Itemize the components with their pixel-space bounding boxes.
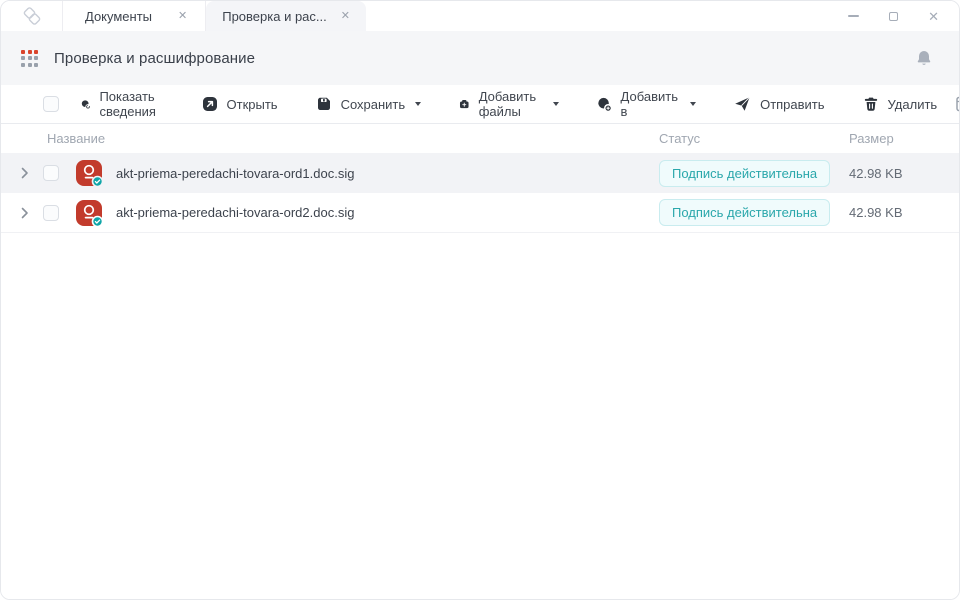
bell-icon	[915, 49, 933, 67]
seal-details-icon	[81, 96, 90, 113]
open-button[interactable]: Открыть	[183, 96, 297, 112]
signed-file-icon	[75, 159, 103, 187]
maximize-button[interactable]	[889, 12, 898, 21]
minimize-button[interactable]	[848, 15, 859, 17]
save-button[interactable]: Сохранить	[297, 96, 441, 112]
open-label: Открыть	[227, 97, 278, 112]
toolbar: Показать сведения Открыть Сохранить	[1, 85, 959, 123]
status-badge: Подпись действительна	[659, 199, 830, 226]
status-badge: Подпись действительна	[659, 160, 830, 187]
select-all-checkbox[interactable]	[43, 96, 59, 112]
send-button[interactable]: Отправить	[715, 96, 843, 112]
row-checkbox[interactable]	[43, 165, 59, 181]
tab-verify-decrypt-label: Проверка и рас...	[222, 9, 327, 24]
show-details-label: Показать сведения	[99, 89, 163, 119]
home-button[interactable]	[1, 1, 63, 31]
table-row[interactable]: akt-priema-peredachi-tovara-ord2.doc.sig…	[1, 193, 959, 233]
send-plane-icon	[734, 96, 751, 112]
page-title: Проверка и расшифрование	[54, 50, 255, 67]
tab-verify-decrypt[interactable]: Проверка и рас... ✕	[206, 1, 366, 31]
save-label: Сохранить	[341, 97, 406, 112]
expand-chevron-icon[interactable]	[21, 167, 35, 179]
apps-grid-icon[interactable]	[21, 50, 38, 67]
add-to-label: Добавить в	[621, 89, 681, 119]
toolbar-buttons: Показать сведения Открыть Сохранить	[62, 89, 956, 119]
empty-area	[1, 233, 959, 599]
app-window: Документы ✕ Проверка и рас... ✕ ✕ Провер…	[0, 0, 960, 600]
row-status-cell: Подпись действительна	[659, 199, 849, 226]
tab-documents-close-icon[interactable]: ✕	[178, 11, 187, 22]
row-status-cell: Подпись действительна	[659, 160, 849, 187]
row-name-cell: akt-priema-peredachi-tovara-ord1.doc.sig	[1, 159, 659, 187]
row-name-cell: akt-priema-peredachi-tovara-ord2.doc.sig	[1, 199, 659, 227]
app-logo-icon	[19, 4, 45, 28]
expand-chevron-icon[interactable]	[21, 207, 35, 219]
add-to-dropdown-caret-icon[interactable]	[690, 102, 696, 106]
column-header-name[interactable]: Название	[1, 131, 659, 146]
add-files-dropdown-caret-icon[interactable]	[553, 102, 559, 106]
add-files-icon	[459, 96, 470, 112]
delete-label: Удалить	[888, 97, 938, 112]
file-name: akt-priema-peredachi-tovara-ord1.doc.sig	[116, 166, 354, 181]
trash-icon	[863, 96, 879, 112]
tab-bar: Документы ✕ Проверка и рас... ✕ ✕	[1, 1, 959, 31]
tab-documents-label: Документы	[85, 9, 152, 24]
save-dropdown-caret-icon[interactable]	[415, 102, 421, 106]
save-icon	[316, 96, 332, 112]
row-size-cell: 42.98 KB	[849, 205, 959, 220]
table-columns-icon	[956, 96, 960, 112]
row-size-cell: 42.98 KB	[849, 166, 959, 181]
file-name: akt-priema-peredachi-tovara-ord2.doc.sig	[116, 205, 354, 220]
show-details-button[interactable]: Показать сведения	[62, 89, 183, 119]
window-controls: ✕	[366, 1, 959, 31]
table-row[interactable]: akt-priema-peredachi-tovara-ord1.doc.sig…	[1, 153, 959, 193]
delete-button[interactable]: Удалить	[844, 96, 957, 112]
column-header-status[interactable]: Статус	[659, 131, 849, 146]
page-header: Проверка и расшифрование	[1, 31, 959, 85]
row-checkbox[interactable]	[43, 205, 59, 221]
send-label: Отправить	[760, 97, 824, 112]
add-files-label: Добавить файлы	[479, 89, 543, 119]
signed-file-icon	[75, 199, 103, 227]
tab-documents[interactable]: Документы ✕	[63, 1, 206, 31]
column-settings-button[interactable]	[956, 96, 960, 112]
tab-verify-decrypt-close-icon[interactable]: ✕	[341, 11, 350, 22]
add-to-button[interactable]: Добавить в	[578, 89, 715, 119]
open-external-icon	[202, 96, 218, 112]
add-files-button[interactable]: Добавить файлы	[440, 89, 577, 119]
add-to-seal-icon	[597, 96, 612, 113]
notifications-button[interactable]	[915, 49, 933, 67]
column-header-size[interactable]: Размер	[849, 131, 959, 146]
close-window-button[interactable]: ✕	[928, 10, 939, 23]
table-header: Название Статус Размер	[1, 123, 959, 153]
